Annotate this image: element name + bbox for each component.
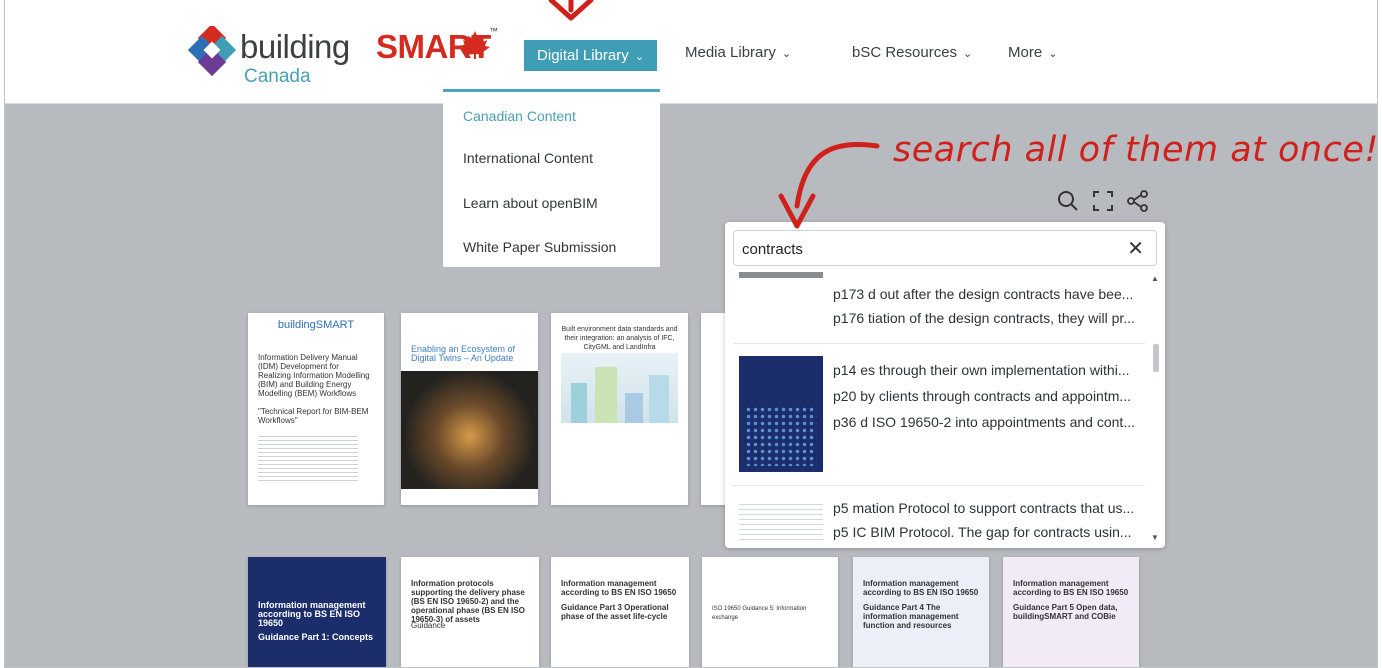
doc-cover-image (561, 353, 678, 423)
doc-subtitle: Guidance Part 1: Concepts (258, 632, 374, 642)
document-card[interactable]: Information protocols supporting the del… (401, 557, 539, 667)
result-match-line: p5 IC BIM Protocol. The gap for contract… (833, 524, 1132, 540)
doc-subtitle: Guidance Part 4 The information manageme… (863, 603, 959, 630)
document-card[interactable]: Enabling an Ecosystem of Digital Twins –… (401, 313, 538, 505)
result-thumbnail (739, 356, 823, 472)
doc-subtitle: "Technical Report for BIM-BEM Workflows" (258, 407, 369, 425)
nav-more[interactable]: More ⌄ (1008, 44, 1057, 61)
nav-digital-library-label: Digital Library (537, 47, 629, 64)
share-icon[interactable] (1125, 188, 1151, 214)
search-panel: ✕ p173 d out after the design contracts … (725, 222, 1165, 548)
nav-media-library-label: Media Library (685, 44, 776, 61)
results-scrollbar[interactable]: ▲ ▼ (1151, 274, 1161, 542)
search-box: ✕ (733, 230, 1157, 266)
nav-media-library[interactable]: Media Library ⌄ (685, 44, 791, 61)
document-card[interactable]: Built environment data standards and the… (551, 313, 688, 505)
fullscreen-icon[interactable] (1090, 188, 1116, 214)
document-card[interactable]: Information management according to BS E… (551, 557, 689, 667)
chevron-down-icon: ⌄ (1048, 48, 1058, 60)
search-result[interactable]: p14 es through their own implementation … (733, 344, 1145, 486)
dropdown-item-canadian-content[interactable]: Canadian Content (463, 108, 576, 124)
search-icon[interactable] (1055, 188, 1081, 214)
result-thumbnail (739, 500, 823, 544)
search-results: p173 d out after the design contracts ha… (733, 272, 1153, 544)
brand-trademark: ™ (489, 26, 498, 36)
scroll-down-arrow-icon[interactable]: ▼ (1151, 533, 1159, 542)
digital-library-dropdown: Canadian Content International Content L… (443, 89, 660, 267)
result-match-line: p36 d ISO 19650-2 into appointments and … (833, 414, 1135, 430)
brand-subtitle: Canada (244, 66, 311, 87)
site-header: building SMART ™ Canada Digital Library ⌄… (5, 0, 1377, 104)
chevron-down-icon: ⌄ (634, 51, 644, 63)
dropdown-item-international-content[interactable]: International Content (463, 150, 593, 166)
doc-title: Information management according to BS E… (863, 579, 979, 597)
result-match-line: p176 tiation of the design contracts, th… (833, 310, 1135, 326)
doc-subtitle: Guidance Part 3 Operational phase of the… (561, 603, 669, 621)
result-match-line: p5 mation Protocol to support contracts … (833, 500, 1135, 516)
document-card[interactable]: buildingSMART Information Delivery Manua… (248, 313, 384, 505)
brand-name-part1: building (240, 28, 350, 65)
doc-text-lines (258, 433, 358, 483)
doc-title: ISO 19650 Guidance 5: Information exchan… (712, 606, 807, 621)
document-card[interactable]: Information management according to BS E… (1003, 557, 1139, 667)
result-match-line: p14 es through their own implementation … (833, 362, 1130, 378)
doc-title: Information protocols supporting the del… (411, 579, 525, 624)
search-result[interactable]: p173 d out after the design contracts ha… (733, 272, 1145, 344)
brand-logo[interactable]: building SMART ™ Canada (188, 26, 508, 90)
result-match-line: p20 by clients through contracts and app… (833, 388, 1132, 404)
chevron-down-icon: ⌄ (963, 48, 973, 60)
nav-bsc-resources-label: bSC Resources (852, 44, 958, 61)
document-card[interactable]: Information management according to BS E… (248, 557, 386, 667)
chevron-down-icon: ⌄ (781, 48, 792, 60)
doc-cover-image (401, 371, 538, 489)
annotation-text: search all of them at once! (893, 130, 1378, 170)
scroll-up-arrow-icon[interactable]: ▲ (1151, 274, 1159, 283)
close-icon[interactable]: ✕ (1127, 236, 1144, 261)
doc-brand: buildingSMART (277, 319, 355, 331)
nav-more-label: More (1008, 44, 1043, 61)
doc-title: Information management according to BS E… (258, 600, 366, 628)
maple-leaf-icon (460, 31, 490, 59)
search-result[interactable]: p5 mation Protocol to support contracts … (733, 486, 1145, 544)
doc-title: Information management according to BS E… (561, 579, 677, 597)
logo-mark-icon (188, 26, 237, 77)
doc-title: Enabling an Ecosystem of Digital Twins –… (411, 344, 516, 363)
doc-subtitle: Guidance (411, 621, 446, 630)
nav-bsc-resources[interactable]: bSC Resources ⌄ (852, 44, 972, 61)
scroll-thumb[interactable] (1153, 344, 1159, 372)
result-thumbnail (739, 272, 823, 334)
dropdown-item-white-paper[interactable]: White Paper Submission (463, 239, 616, 255)
dropdown-item-learn-openbim[interactable]: Learn about openBIM (463, 195, 598, 211)
doc-title: Built environment data standards and the… (561, 326, 678, 351)
doc-subtitle: Guidance Part 5 Open data, buildingSMART… (1013, 603, 1118, 621)
app-frame: building SMART ™ Canada Digital Library ⌄… (4, 0, 1378, 668)
search-input[interactable] (742, 237, 1102, 261)
document-card[interactable]: ISO 19650 Guidance 5: Information exchan… (702, 557, 838, 667)
doc-title: Information management according to BS E… (1013, 579, 1129, 597)
result-match-line: p173 d out after the design contracts ha… (833, 286, 1134, 302)
nav-digital-library[interactable]: Digital Library ⌄ (524, 40, 657, 71)
document-card[interactable]: Information management according to BS E… (853, 557, 989, 667)
doc-title: Information Delivery Manual (IDM) Develo… (258, 353, 370, 398)
